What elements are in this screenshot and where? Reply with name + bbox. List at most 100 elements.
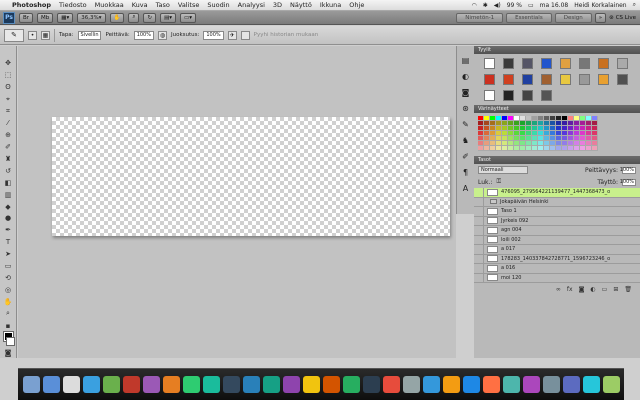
dock-app-icon[interactable] (502, 376, 520, 393)
erase-to-history-checkbox[interactable] (240, 30, 250, 40)
character-panel-icon[interactable]: A (460, 182, 472, 194)
layer-fill-field[interactable]: 100% (620, 178, 636, 186)
paragraph-panel-icon[interactable]: ¶ (460, 166, 472, 178)
quick-select-tool-icon[interactable]: ⌖ (2, 94, 15, 105)
menu-item-layer[interactable]: Taso (156, 1, 170, 9)
menu-item-help[interactable]: Ohje (349, 1, 364, 9)
adjustment-layer-icon[interactable]: ◐ (590, 286, 595, 293)
visibility-toggle[interactable] (474, 225, 484, 235)
lock-icon[interactable]: ⚿ (496, 178, 501, 186)
zoom-tool-button[interactable]: ⌕ (128, 12, 140, 23)
layer-row[interactable]: moi 120 (474, 273, 640, 283)
extras-button[interactable]: ▦▾ (57, 12, 74, 23)
dock-app-icon[interactable] (422, 376, 440, 393)
blur-tool-icon[interactable]: ◆ (2, 201, 15, 212)
dock-app-icon[interactable] (522, 376, 540, 393)
dock-app-icon[interactable] (402, 376, 420, 393)
cs-live-button[interactable]: ⊛ CS Live (609, 15, 636, 21)
menu-item-view[interactable]: Näyttö (290, 1, 312, 9)
menu-item-analysis[interactable]: Analyysi (238, 1, 265, 9)
spotlight-icon[interactable]: ⌕ (633, 1, 636, 9)
style-swatch[interactable] (522, 74, 533, 85)
visibility-toggle[interactable] (474, 216, 484, 226)
clone-stamp-tool-icon[interactable]: ♜ (2, 153, 15, 164)
layer-opacity-field[interactable]: 100% (620, 166, 636, 174)
trash-icon[interactable]: 🗑 (624, 286, 632, 293)
dock-app-icon[interactable] (582, 376, 600, 393)
style-swatch[interactable] (484, 58, 495, 69)
paths-panel-icon[interactable]: ✎ (460, 118, 472, 130)
airbrush-icon[interactable]: ✈ (227, 30, 237, 40)
3d-orbit-tool-icon[interactable]: ◎ (2, 285, 15, 296)
visibility-toggle[interactable] (474, 206, 484, 216)
brush-panel-toggle-icon[interactable]: ▦ (41, 30, 50, 40)
workspace-button-1[interactable]: Nimetön-1 (456, 12, 504, 23)
color-swatch[interactable] (592, 146, 598, 151)
brush-preset-picker[interactable]: • (28, 30, 37, 40)
mini-bridge-button[interactable]: Mb (37, 12, 54, 23)
style-swatch[interactable] (541, 74, 552, 85)
style-swatch[interactable] (560, 74, 571, 85)
dock-app-icon[interactable] (182, 376, 200, 393)
lasso-tool-icon[interactable]: ʘ (2, 82, 15, 93)
dock-app-icon[interactable] (482, 376, 500, 393)
hand-tool-icon[interactable]: ✋ (2, 296, 15, 307)
link-layers-icon[interactable]: ∞ (556, 286, 561, 293)
style-swatch[interactable] (598, 58, 609, 69)
workspace-button-2[interactable]: Essentials (506, 12, 552, 23)
dock-app-icon[interactable] (442, 376, 460, 393)
dock-app-icon[interactable] (362, 376, 380, 393)
new-group-icon[interactable]: ▭ (602, 286, 608, 293)
hand-tool-button[interactable]: ✋ (109, 12, 125, 23)
healing-brush-tool-icon[interactable]: ⊕ (2, 130, 15, 141)
dock-app-icon[interactable] (222, 376, 240, 393)
dock-app-icon[interactable] (142, 376, 160, 393)
dock-app-icon[interactable] (462, 376, 480, 393)
layer-row[interactable]: 476095_279564221139477_1447368473_o (474, 187, 640, 198)
style-swatch[interactable] (503, 74, 514, 85)
dodge-tool-icon[interactable]: ● (2, 213, 15, 224)
menu-item-edit[interactable]: Muokkaa (95, 1, 124, 9)
dock-app-icon[interactable] (122, 376, 140, 393)
visibility-toggle[interactable] (474, 187, 484, 197)
style-swatch[interactable] (522, 58, 533, 69)
dock-app-icon[interactable] (62, 376, 80, 393)
eraser-tool-icon[interactable]: ◧ (2, 177, 15, 188)
mode-select[interactable]: Sivellin (77, 30, 102, 40)
layer-row[interactable]: a 017 (474, 244, 640, 255)
new-layer-icon[interactable]: ⊞ (613, 286, 618, 293)
pen-tool-icon[interactable]: ✒ (2, 225, 15, 236)
style-swatch[interactable] (541, 58, 552, 69)
dock-app-icon[interactable] (242, 376, 260, 393)
dock-app-icon[interactable] (82, 376, 100, 393)
style-swatch[interactable] (617, 74, 628, 85)
brush-panel-icon[interactable]: ✐ (460, 150, 472, 162)
visibility-toggle[interactable] (474, 273, 484, 283)
history-brush-tool-icon[interactable]: ↺ (2, 165, 15, 176)
menu-item-file[interactable]: Tiedosto (59, 1, 87, 9)
menu-app-name[interactable]: Photoshop (12, 1, 51, 9)
layer-row[interactable]: agn 004 (474, 225, 640, 236)
tab-layers[interactable]: Tasot (474, 156, 640, 164)
style-swatch[interactable] (560, 58, 571, 69)
dock-app-icon[interactable] (342, 376, 360, 393)
style-swatch[interactable] (503, 58, 514, 69)
flow-field[interactable]: 100% (203, 30, 224, 40)
gradient-tool-icon[interactable]: ▥ (2, 189, 15, 200)
style-swatch[interactable] (579, 74, 590, 85)
shape-tool-icon[interactable]: ▭ (2, 261, 15, 272)
style-swatch[interactable] (484, 74, 495, 85)
bluetooth-icon[interactable]: ✱ (483, 2, 488, 9)
clone-source-panel-icon[interactable]: ♞ (460, 134, 472, 146)
rotate-view-button[interactable]: ↻ (143, 12, 157, 23)
menu-item-filter[interactable]: Suodin (207, 1, 229, 9)
battery-percent[interactable]: 99 % (507, 2, 522, 9)
clock[interactable]: ma 16.08 (540, 2, 569, 9)
visibility-toggle[interactable] (474, 254, 484, 264)
dock-app-icon[interactable] (22, 376, 40, 393)
masks-panel-icon[interactable]: ◙ (460, 86, 472, 98)
dock-app-icon[interactable] (202, 376, 220, 393)
tab-swatches[interactable]: Värinäytteet (474, 105, 640, 113)
dock-app-icon[interactable] (382, 376, 400, 393)
adjustments-panel-icon[interactable]: ◐ (460, 70, 472, 82)
